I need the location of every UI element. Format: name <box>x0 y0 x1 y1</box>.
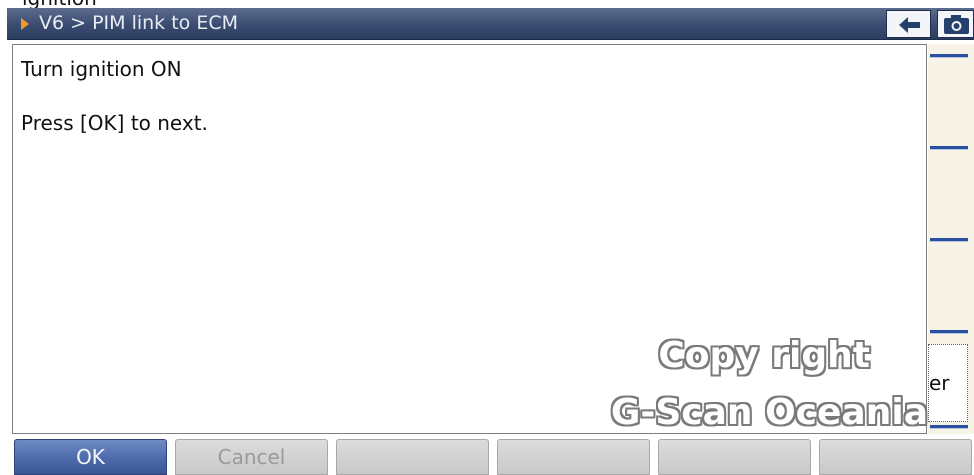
orange-arrow-icon <box>21 18 29 30</box>
cancel-button[interactable]: Cancel <box>175 439 328 475</box>
side-action-button[interactable]: er <box>928 344 968 422</box>
side-divider <box>930 330 968 334</box>
watermark-line-1: Copy right <box>658 335 870 376</box>
watermark-line-2: G-Scan Oceania <box>610 392 928 433</box>
side-divider <box>930 146 968 150</box>
side-panel: er <box>928 44 974 434</box>
back-arrow-icon <box>899 17 920 33</box>
footer-button-5[interactable] <box>658 439 811 475</box>
page-title: V6 > PIM link to ECM <box>39 12 238 34</box>
top-caption-text: ignition <box>22 0 97 8</box>
instruction-line: Turn ignition ON <box>21 57 182 81</box>
top-clipped-caption: ignition <box>0 0 974 8</box>
side-divider <box>930 425 968 429</box>
title-bar: V6 > PIM link to ECM <box>7 8 974 40</box>
footer-button-3[interactable] <box>336 439 489 475</box>
side-divider <box>930 238 968 242</box>
side-divider <box>930 54 968 58</box>
back-button[interactable] <box>886 10 931 38</box>
prompt-line: Press [OK] to next. <box>21 111 208 135</box>
footer-button-bar: OK Cancel <box>0 436 974 475</box>
footer-button-6[interactable] <box>819 439 972 475</box>
camera-button[interactable] <box>937 10 974 38</box>
camera-icon <box>944 15 969 34</box>
side-action-label: er <box>929 371 950 395</box>
footer-button-4[interactable] <box>497 439 650 475</box>
ok-button[interactable]: OK <box>14 439 167 475</box>
